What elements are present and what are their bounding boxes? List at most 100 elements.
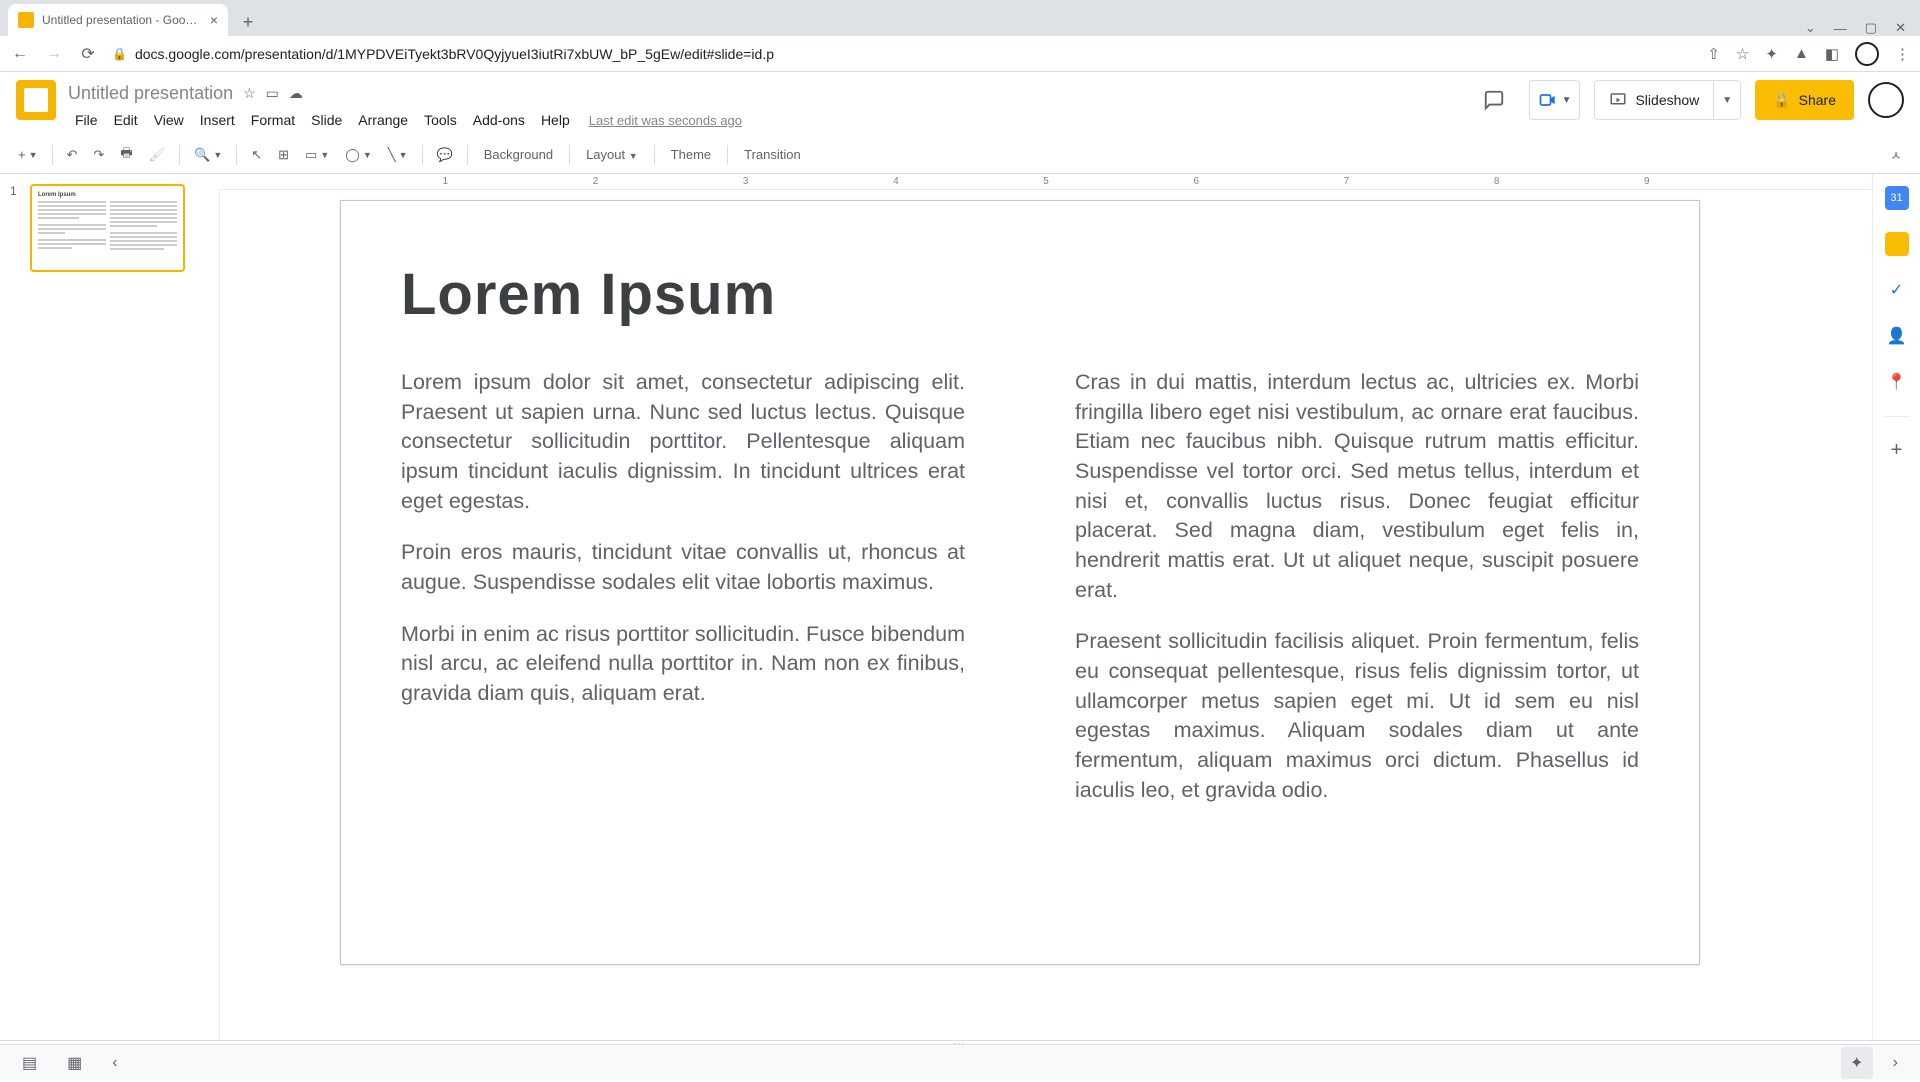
- extensions-icon[interactable]: ✦: [1765, 45, 1778, 63]
- slide-canvas[interactable]: Lorem Ipsum Lorem ipsum dolor sit amet, …: [340, 200, 1700, 965]
- transition-button[interactable]: Transition: [736, 141, 809, 168]
- menu-arrange[interactable]: Arrange: [351, 108, 415, 132]
- share-page-icon[interactable]: ⇧: [1707, 45, 1720, 63]
- slides-logo[interactable]: [16, 80, 56, 120]
- horizontal-ruler[interactable]: 1 2 3 4 5 6 7 8 9: [220, 174, 1872, 190]
- menu-help[interactable]: Help: [534, 108, 577, 132]
- menu-addons[interactable]: Add-ons: [466, 108, 532, 132]
- keep-icon[interactable]: [1885, 232, 1909, 256]
- browser-menu-icon[interactable]: ⋮: [1895, 45, 1910, 63]
- layout-button[interactable]: Layout ▼: [578, 141, 646, 168]
- bookmark-icon[interactable]: ☆: [1736, 45, 1749, 63]
- slide-col-right[interactable]: Cras in dui mattis, interdum lectus ac, …: [1075, 368, 1639, 827]
- menu-format[interactable]: Format: [244, 108, 302, 132]
- explore-button[interactable]: ✦: [1841, 1047, 1873, 1079]
- cloud-status-icon[interactable]: ☁: [289, 85, 303, 102]
- comment-tool[interactable]: 💬: [431, 141, 459, 169]
- comment-icon: [1483, 89, 1505, 111]
- redo-button[interactable]: ↷: [87, 141, 110, 169]
- get-addons-icon[interactable]: +: [1891, 439, 1903, 462]
- slide-number: 1: [10, 184, 24, 272]
- shape-tool[interactable]: ◯ ▼: [339, 141, 377, 169]
- side-panel: 31 ✓ 👤 📍 +: [1872, 174, 1920, 1040]
- meet-button[interactable]: ▼: [1529, 80, 1581, 120]
- textbox-tool[interactable]: ⊞: [272, 141, 295, 169]
- menu-bar: File Edit View Insert Format Slide Arran…: [68, 108, 1473, 132]
- vertical-ruler[interactable]: [200, 190, 220, 1040]
- last-edit-link[interactable]: Last edit was seconds ago: [589, 113, 742, 128]
- share-button[interactable]: 🔒 Share: [1755, 80, 1854, 120]
- chevron-down-icon: ▼: [1562, 95, 1572, 106]
- print-button[interactable]: 🖶: [114, 138, 138, 172]
- maps-icon[interactable]: 📍: [1885, 370, 1909, 394]
- slideshow-button[interactable]: Slideshow: [1595, 91, 1713, 109]
- select-tool[interactable]: ↖: [245, 141, 268, 169]
- window-controls: ⌄ — ▢ ✕: [1805, 20, 1920, 36]
- slide-paragraph: Lorem ipsum dolor sit amet, consectetur …: [401, 368, 965, 516]
- account-avatar[interactable]: [1868, 82, 1904, 118]
- slide-col-left[interactable]: Lorem ipsum dolor sit amet, consectetur …: [401, 368, 965, 827]
- browser-tab[interactable]: Untitled presentation - Google S ×: [8, 4, 228, 36]
- grid-view-icon[interactable]: ▦: [61, 1047, 88, 1079]
- extension-icon[interactable]: ▲: [1794, 45, 1809, 62]
- theme-button[interactable]: Theme: [663, 141, 719, 168]
- slideshow-button-group: Slideshow ▼: [1594, 80, 1741, 120]
- filmstrip: 1 Lorem Ipsum: [0, 174, 200, 1040]
- slide-title[interactable]: Lorem Ipsum: [401, 261, 1639, 328]
- address-bar: ← → ⟳ 🔒 docs.google.com/presentation/d/1…: [0, 36, 1920, 72]
- line-tool[interactable]: ╲ ▼: [382, 141, 414, 169]
- tasks-icon[interactable]: ✓: [1885, 278, 1909, 302]
- contacts-icon[interactable]: 👤: [1885, 324, 1909, 348]
- paint-format-button[interactable]: 🖌: [143, 141, 172, 169]
- main-area: 1 Lorem Ipsum 1 2 3 4 5 6 7 8 9: [0, 174, 1920, 1040]
- collapse-toolbar-icon[interactable]: ㅅ: [1884, 139, 1908, 170]
- background-button[interactable]: Background: [476, 141, 561, 168]
- lock-icon: 🔒: [1773, 92, 1790, 109]
- side-panel-icon[interactable]: ◧: [1825, 45, 1839, 63]
- forward-button[interactable]: →: [44, 45, 64, 63]
- reload-button[interactable]: ⟳: [78, 44, 98, 64]
- chevron-down-icon[interactable]: ⌄: [1805, 20, 1816, 36]
- menu-insert[interactable]: Insert: [193, 108, 242, 132]
- slide-paragraph: Praesent sollicitudin facilisis aliquet.…: [1075, 627, 1639, 805]
- star-icon[interactable]: ☆: [243, 85, 256, 102]
- slides-favicon: [18, 12, 34, 28]
- toolbar: + ▼ ↶ ↷ 🖶 🖌 🔍 ▼ ↖ ⊞ ▭ ▼ ◯ ▼ ╲ ▼ 💬 Backgr…: [0, 136, 1920, 174]
- image-tool[interactable]: ▭ ▼: [299, 141, 335, 169]
- slideshow-label: Slideshow: [1635, 92, 1699, 108]
- back-button[interactable]: ←: [10, 45, 30, 63]
- new-slide-button[interactable]: + ▼: [12, 141, 44, 168]
- menu-edit[interactable]: Edit: [107, 108, 145, 132]
- slide-paragraph: Proin eros mauris, tincidunt vitae conva…: [401, 538, 965, 597]
- calendar-icon[interactable]: 31: [1885, 186, 1909, 210]
- app-header: Untitled presentation ☆ ▭ ☁ File Edit Vi…: [0, 72, 1920, 132]
- close-tab-icon[interactable]: ×: [210, 12, 218, 28]
- lock-icon: 🔒: [112, 47, 127, 61]
- profile-avatar[interactable]: [1855, 42, 1879, 66]
- close-window-icon[interactable]: ✕: [1895, 20, 1906, 36]
- menu-tools[interactable]: Tools: [417, 108, 464, 132]
- document-title[interactable]: Untitled presentation: [68, 83, 233, 104]
- maximize-icon[interactable]: ▢: [1865, 20, 1877, 36]
- slideshow-icon: [1609, 91, 1627, 109]
- new-tab-button[interactable]: +: [234, 8, 262, 36]
- menu-slide[interactable]: Slide: [304, 108, 349, 132]
- url-input[interactable]: 🔒 docs.google.com/presentation/d/1MYPDVE…: [112, 46, 1693, 62]
- collapse-filmstrip-icon[interactable]: ‹: [106, 1048, 123, 1078]
- filmstrip-view-icon[interactable]: ▤: [16, 1047, 43, 1079]
- share-label: Share: [1799, 92, 1836, 108]
- comments-button[interactable]: [1473, 80, 1515, 120]
- slideshow-dropdown[interactable]: ▼: [1713, 81, 1740, 119]
- tab-title: Untitled presentation - Google S: [42, 13, 202, 27]
- menu-view[interactable]: View: [147, 108, 191, 132]
- slide-thumbnail[interactable]: Lorem Ipsum: [30, 184, 185, 272]
- url-text: docs.google.com/presentation/d/1MYPDVEiT…: [135, 46, 774, 62]
- menu-file[interactable]: File: [68, 108, 105, 132]
- hide-sidepanel-icon[interactable]: ›: [1887, 1048, 1904, 1078]
- undo-button[interactable]: ↶: [61, 141, 84, 169]
- zoom-button[interactable]: 🔍 ▼: [188, 141, 228, 169]
- minimize-icon[interactable]: —: [1834, 21, 1847, 36]
- move-icon[interactable]: ▭: [266, 85, 279, 102]
- thumb-title: Lorem Ipsum: [38, 192, 177, 198]
- browser-tab-strip: Untitled presentation - Google S × + ⌄ —…: [0, 0, 1920, 36]
